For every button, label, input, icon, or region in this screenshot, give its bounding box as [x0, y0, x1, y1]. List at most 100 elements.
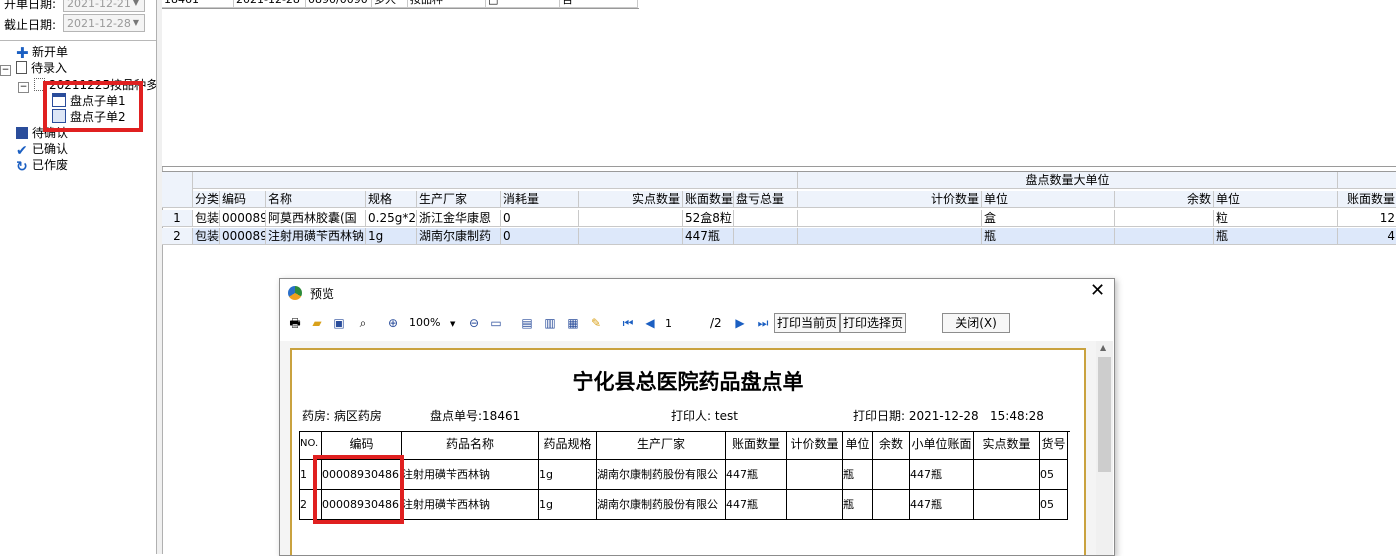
close-icon[interactable]: ✕ [1090, 282, 1105, 300]
table-cell[interactable]: 湖南尔康制药 [417, 228, 501, 245]
print-selected-pages-button[interactable]: 打印选择页 [840, 313, 906, 333]
table-cell[interactable]: 12 [1338, 210, 1396, 227]
highlight-box [43, 81, 143, 132]
chevron-down-icon[interactable]: ▼ [450, 320, 455, 328]
table-cell[interactable] [734, 228, 798, 245]
row-header[interactable]: 1 [162, 210, 193, 227]
table-cell[interactable]: 盒 [982, 210, 1115, 227]
report-column-header: 生产厂家 [597, 432, 726, 460]
column-header[interactable]: 计价数量 [798, 191, 982, 208]
column-header[interactable]: 实点数量 [579, 191, 683, 208]
report-cell [974, 490, 1040, 520]
preview-toolbar: 🖶 ▰ ▣ ⌕ ⊕ 100% ▼ ⊖ ▭ ▤ ▥ ▦ ✎ ⏮ ◀ 1 /2 ▶ … [280, 307, 1114, 341]
table-cell[interactable] [1115, 210, 1214, 227]
table-cell[interactable] [798, 210, 982, 227]
table-cell[interactable] [734, 210, 798, 227]
table-cell[interactable]: 000089 [220, 228, 266, 245]
tree-voided[interactable]: ↻ 已作废 [16, 157, 69, 174]
open-folder-icon[interactable]: ▰ [308, 314, 326, 332]
report-cell: 447瓶 [910, 490, 974, 520]
report-pharmacy: 药房: 病区药房 [302, 409, 382, 423]
tree-confirmed-label: 已确认 [32, 142, 69, 156]
table-cell[interactable]: 4 [1338, 228, 1396, 245]
fit-page-icon[interactable]: ▭ [487, 314, 505, 332]
report-printer: 打印人: test [671, 409, 738, 423]
first-page-icon[interactable]: ⏮ [619, 314, 637, 332]
zoom-select[interactable]: 100% ▼ [409, 315, 459, 331]
page-setup-icon[interactable]: ▦ [564, 314, 582, 332]
column-header[interactable]: 余数 [1115, 191, 1214, 208]
end-date-field[interactable]: 2021-12-28 ▼ [63, 14, 145, 32]
zoom-out-icon[interactable]: ⊖ [465, 314, 483, 332]
report-cell [787, 490, 843, 520]
collapse-icon[interactable]: − [0, 65, 11, 76]
report-cell [873, 490, 910, 520]
scroll-up-icon[interactable]: ▲ [1100, 343, 1106, 352]
dialog-titlebar[interactable]: 预览 ✕ [280, 279, 1114, 307]
row-header[interactable]: 2 [162, 228, 193, 245]
table-cell[interactable]: 瓶 [982, 228, 1115, 245]
table-cell[interactable]: 0 [501, 228, 579, 245]
column-header[interactable]: 账面数量 [1338, 191, 1396, 208]
column-header[interactable]: 编码 [220, 191, 266, 208]
report-cell [787, 460, 843, 490]
report-cell: 瓶 [843, 490, 873, 520]
table-cell[interactable]: 包装 [193, 228, 220, 245]
column-header[interactable]: 名称 [266, 191, 366, 208]
table-cell[interactable]: 52盒8粒 [683, 210, 734, 227]
tree-new-order[interactable]: ✚ 新开单 [16, 44, 68, 61]
multi-page-icon[interactable]: ▥ [541, 314, 559, 332]
tree-pending-entry[interactable]: − 待录入 [0, 60, 67, 76]
column-header[interactable]: 单位 [982, 191, 1115, 208]
table-cell[interactable]: 浙江金华康恩 [417, 210, 501, 227]
top-grid-cell: □ [486, 0, 560, 8]
top-grid-row[interactable]: 184612021-12-280890/0090多人按品种□否 [162, 0, 639, 9]
table-cell[interactable]: 包装 [193, 210, 220, 227]
zoom-in-icon[interactable]: ⊕ [384, 314, 402, 332]
column-header[interactable]: 分类 [193, 191, 220, 208]
column-header[interactable]: 消耗量 [501, 191, 579, 208]
next-page-icon[interactable]: ▶ [731, 314, 749, 332]
find-icon[interactable]: ⌕ [354, 314, 372, 332]
table-cell[interactable]: 粒 [1214, 210, 1338, 227]
column-header[interactable]: 盘亏总量 [734, 191, 798, 208]
table-cell[interactable] [579, 228, 683, 245]
report-cell: 1g [539, 490, 597, 520]
column-header[interactable]: 规格 [366, 191, 417, 208]
chevron-down-icon[interactable]: ▼ [129, 0, 143, 10]
page-number-input[interactable]: 1 [665, 316, 707, 331]
table-cell[interactable]: 阿莫西林胶囊(国 [266, 210, 366, 227]
tree-confirmed[interactable]: ✔ 已确认 [16, 141, 69, 158]
last-page-icon[interactable]: ⏭ [754, 314, 772, 332]
table-cell[interactable]: 0.25g*2 [366, 210, 417, 227]
table-cell[interactable] [579, 210, 683, 227]
edit-icon[interactable]: ✎ [587, 314, 605, 332]
prev-page-icon[interactable]: ◀ [641, 314, 659, 332]
column-header[interactable]: 账面数量 [683, 191, 734, 208]
table-cell[interactable]: 瓶 [1214, 228, 1338, 245]
top-grid-cell: 2021-12-28 [234, 0, 306, 8]
save-icon[interactable]: ▣ [330, 314, 348, 332]
table-cell[interactable]: 000089 [220, 210, 266, 227]
print-icon[interactable]: 🖶 [286, 314, 304, 332]
scrollbar-thumb[interactable] [1098, 357, 1111, 472]
report-column-header: 账面数量 [726, 432, 787, 460]
chevron-down-icon[interactable]: ▼ [129, 16, 143, 30]
vertical-scrollbar[interactable]: ▲ [1096, 341, 1113, 555]
column-header[interactable]: 生产厂家 [417, 191, 501, 208]
start-date-field[interactable]: 2021-12-21 ▼ [63, 0, 145, 12]
print-current-page-button[interactable]: 打印当前页 [774, 313, 840, 333]
table-cell[interactable] [1115, 228, 1214, 245]
table-cell[interactable]: 447瓶 [683, 228, 734, 245]
report-cell: 瓶 [843, 460, 873, 490]
top-grid-cell: 否 [560, 0, 638, 8]
tree-voided-label: 已作废 [32, 158, 69, 172]
table-cell[interactable]: 0 [501, 210, 579, 227]
collapse-icon[interactable]: − [18, 82, 29, 93]
single-page-icon[interactable]: ▤ [518, 314, 536, 332]
table-cell[interactable]: 注射用磺苄西林钠 [266, 228, 366, 245]
column-header[interactable]: 单位 [1214, 191, 1338, 208]
close-button[interactable]: 关闭(X) [942, 313, 1010, 333]
table-cell[interactable] [798, 228, 982, 245]
table-cell[interactable]: 1g [366, 228, 417, 245]
